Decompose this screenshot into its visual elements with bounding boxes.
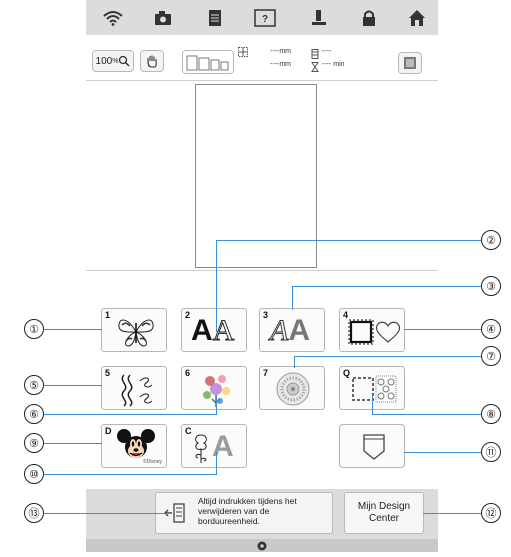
callout-8: ⑧ [481, 404, 501, 424]
zoom-button[interactable]: 100% [92, 50, 134, 72]
home-icon[interactable] [406, 8, 428, 28]
hourglass-icon [311, 59, 319, 72]
dimension-width: ----mm [270, 48, 291, 55]
callout-2: ② [481, 230, 501, 250]
utility-stitch-pattern-icon [121, 374, 153, 407]
callout-line-1 [44, 329, 102, 330]
category-3-decorative-alphabets[interactable]: 3 AA [259, 308, 325, 352]
embroidery-unit-button[interactable] [398, 52, 422, 74]
callout-5: ⑤ [24, 375, 44, 395]
callout-line-3-h [292, 286, 481, 287]
callout-7: ⑦ [481, 346, 501, 366]
callout-line-12 [423, 513, 482, 514]
category-c-couching-patterns[interactable]: C A [181, 424, 247, 468]
my-design-center-line2: Center [368, 513, 399, 524]
hand-icon [147, 55, 157, 68]
category-number: 3 [263, 310, 269, 320]
top-toolbar: ? [86, 0, 438, 35]
zoom-value: 100 [95, 55, 113, 67]
callout-line-5 [44, 385, 102, 386]
callout-line-10-v [216, 452, 217, 475]
embroidery-unit-icon [404, 57, 416, 69]
callout-3: ③ [481, 276, 501, 296]
camera-icon[interactable] [152, 8, 174, 28]
callout-line-9 [44, 443, 102, 444]
character-font-icon: AA [191, 314, 235, 348]
category-number: D [105, 426, 112, 436]
callout-line-8-v [372, 395, 373, 415]
butterfly-icon [118, 319, 154, 347]
document-icon[interactable] [204, 8, 226, 28]
callout-line-11 [404, 452, 482, 453]
pan-hand-button[interactable] [140, 50, 164, 72]
release-message-text: Altijd indrukken tijdens het verwijderen… [198, 496, 297, 526]
category-number: Q [343, 368, 351, 378]
my-design-center-line1: Mijn Design [357, 501, 411, 512]
callout-9: ⑨ [24, 433, 44, 453]
category-5-utility-stitch-patterns[interactable]: 5 [101, 366, 167, 410]
presser-foot-icon[interactable] [308, 8, 330, 28]
category-number: 7 [263, 368, 269, 378]
category-1-butterfly[interactable]: 1 [101, 308, 167, 352]
callout-12: ⑫ [481, 503, 501, 523]
category-number: 6 [185, 368, 191, 378]
hoop-size-button[interactable] [182, 50, 234, 74]
callout-10: ⑩ [24, 464, 44, 484]
hoop-sizes-icon [186, 55, 229, 71]
callout-4: ④ [481, 319, 501, 339]
callout-line-7-h [294, 356, 482, 357]
callout-line-10-h [44, 474, 216, 475]
embroidery-time: ---- min [322, 61, 345, 68]
category-7-circular-patterns[interactable]: 7 [259, 366, 325, 410]
category-d-disney-patterns[interactable]: D ©Disney [101, 424, 167, 468]
callout-line-4 [404, 329, 482, 330]
dimension-height: ----mm [270, 61, 291, 68]
help-icon[interactable]: ? [254, 8, 276, 28]
category-4-frame-patterns[interactable]: 4 [339, 308, 405, 352]
callout-6: ⑥ [24, 404, 44, 424]
decorative-alphabet-icon: AA [269, 314, 310, 348]
edit-toolbar [86, 40, 438, 81]
category-number: 2 [185, 310, 191, 320]
category-number: 5 [105, 368, 111, 378]
rose-outline-icon [195, 434, 207, 463]
callout-line-6-v [216, 395, 217, 415]
wifi-icon[interactable] [102, 8, 124, 28]
disney-pattern-icon [117, 429, 155, 458]
grid-icon [238, 46, 248, 58]
callout-13: ⑬ [24, 503, 44, 523]
thread-spool-icon [311, 46, 319, 59]
callout-1: ① [24, 319, 44, 339]
svg-text:?: ? [262, 14, 268, 25]
circular-pattern-icon [276, 372, 310, 406]
lock-icon[interactable] [358, 8, 380, 28]
disney-copyright: ©Disney [143, 459, 162, 465]
callout-line-2-h [216, 240, 481, 241]
my-design-center-button[interactable]: Mijn Design Center [344, 492, 424, 534]
callout-line-13 [44, 513, 172, 514]
frame-pattern-icon [348, 319, 400, 345]
category-2-character-fonts[interactable]: 2 AA [181, 308, 247, 352]
category-number: 1 [105, 310, 111, 320]
callout-line-6-h [44, 414, 216, 415]
pocket-saved-designs-button[interactable] [339, 424, 405, 468]
magnifier-icon [119, 55, 130, 67]
pocket-icon [363, 434, 385, 460]
quilt-pattern-icon [352, 375, 397, 403]
settings-gear-icon[interactable] [256, 539, 268, 551]
callout-line-8-h [372, 414, 482, 415]
release-embroidery-unit-button[interactable]: Altijd indrukken tijdens het verwijderen… [155, 492, 333, 534]
callout-line-7-v [294, 356, 295, 368]
callout-line-3-v [292, 286, 293, 310]
callout-line-2-v [216, 240, 217, 332]
callout-11: ⑪ [481, 442, 501, 462]
category-6-floral-embroidery[interactable]: 6 [181, 366, 247, 410]
floral-embroidery-icon [203, 375, 230, 407]
stitch-count: ---- [322, 48, 332, 55]
